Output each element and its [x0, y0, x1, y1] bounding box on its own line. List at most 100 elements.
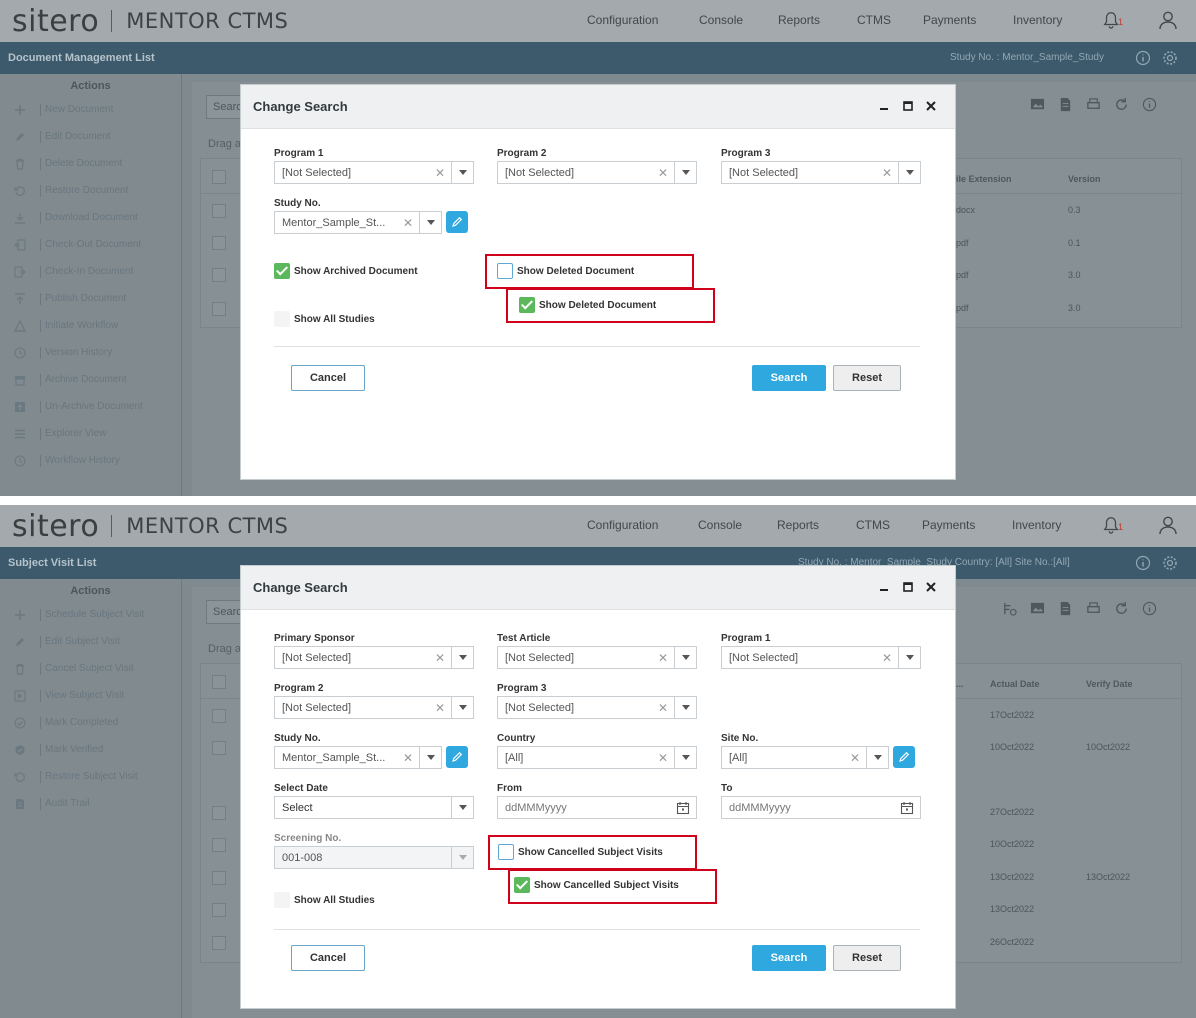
reset-button[interactable]: Reset — [833, 945, 901, 971]
checkbox-unchecked[interactable] — [274, 311, 290, 327]
close-icon[interactable] — [924, 580, 938, 594]
info-icon[interactable] — [1135, 50, 1151, 66]
column-version[interactable]: Version — [1068, 174, 1101, 184]
dropdown-arrow-icon[interactable] — [898, 162, 920, 183]
action-delete-document[interactable]: Delete Document — [0, 150, 181, 177]
calendar-icon[interactable] — [676, 801, 690, 815]
info-icon[interactable] — [1135, 555, 1151, 571]
clear-icon[interactable]: ✕ — [850, 751, 860, 765]
row-checkbox[interactable] — [212, 741, 226, 755]
image-icon[interactable] — [1030, 601, 1045, 616]
nav-ctms[interactable]: CTMS — [856, 518, 890, 532]
program3-select[interactable]: [Not Selected] ✕ — [497, 696, 697, 719]
nav-console[interactable]: Console — [698, 518, 742, 532]
nav-reports[interactable]: Reports — [777, 518, 819, 532]
nav-inventory[interactable]: Inventory — [1012, 518, 1061, 532]
search-button[interactable]: Search — [752, 365, 826, 391]
dropdown-arrow-icon[interactable] — [674, 647, 696, 668]
dropdown-arrow-icon[interactable] — [898, 647, 920, 668]
clear-icon[interactable]: ✕ — [882, 651, 892, 665]
calendar-icon[interactable] — [900, 801, 914, 815]
edit-study-button[interactable] — [446, 746, 468, 768]
program2-select[interactable]: [Not Selected] ✕ — [497, 161, 697, 184]
show-archived-checkbox[interactable]: Show Archived Document — [274, 263, 418, 279]
clear-icon[interactable]: ✕ — [403, 216, 413, 230]
action-view-subject-visit[interactable]: View Subject Visit — [0, 682, 181, 709]
nav-reports[interactable]: Reports — [778, 13, 820, 27]
program1-select[interactable]: [Not Selected] ✕ — [274, 161, 474, 184]
dropdown-arrow-icon[interactable] — [866, 747, 888, 768]
cancel-button[interactable]: Cancel — [291, 945, 365, 971]
action-restore-document[interactable]: Restore Document — [0, 177, 181, 204]
document-icon[interactable] — [1058, 601, 1073, 616]
primary-sponsor-select[interactable]: [Not Selected] ✕ — [274, 646, 474, 669]
row-checkbox[interactable] — [212, 936, 226, 950]
nav-payments[interactable]: Payments — [923, 13, 976, 27]
site-select[interactable]: [All] ✕ — [721, 746, 889, 769]
refresh-icon[interactable] — [1114, 97, 1129, 112]
row-checkbox[interactable] — [212, 806, 226, 820]
minimize-icon[interactable] — [877, 580, 891, 594]
action-publish-document[interactable]: Publish Document — [0, 285, 181, 312]
checkbox-checked[interactable] — [274, 263, 290, 279]
action-download-document[interactable]: Download Document — [0, 204, 181, 231]
user-icon[interactable] — [1158, 515, 1178, 535]
row-checkbox[interactable] — [212, 871, 226, 885]
search-input[interactable]: Searc — [206, 600, 242, 624]
action-initiate-workflow[interactable]: Initiate Workflow — [0, 312, 181, 339]
row-checkbox[interactable] — [212, 903, 226, 917]
action-check-in-document[interactable]: Check-In Document — [0, 258, 181, 285]
maximize-icon[interactable] — [901, 580, 915, 594]
cancel-button[interactable]: Cancel — [291, 365, 365, 391]
clear-icon[interactable]: ✕ — [882, 166, 892, 180]
reset-button[interactable]: Reset — [833, 365, 901, 391]
program1-select[interactable]: [Not Selected] ✕ — [721, 646, 921, 669]
to-date-input[interactable]: ddMMMyyyy — [721, 796, 921, 819]
program3-select[interactable]: [Not Selected] ✕ — [721, 161, 921, 184]
print-icon[interactable] — [1086, 97, 1101, 112]
row-checkbox[interactable] — [212, 204, 226, 218]
country-select[interactable]: [All] ✕ — [497, 746, 697, 769]
action-edit-subject-visit[interactable]: Edit Subject Visit — [0, 628, 181, 655]
gear-icon[interactable] — [1162, 555, 1178, 571]
checkbox-checked[interactable] — [514, 877, 530, 893]
edit-study-button[interactable] — [446, 211, 468, 233]
row-checkbox[interactable] — [212, 838, 226, 852]
dropdown-arrow-icon[interactable] — [674, 697, 696, 718]
dropdown-arrow-icon[interactable] — [674, 747, 696, 768]
checkbox-checked[interactable] — [519, 297, 535, 313]
action-explorer-view[interactable]: Explorer View — [0, 420, 181, 447]
checkbox-unchecked[interactable] — [274, 892, 290, 908]
from-date-input[interactable]: ddMMMyyyy — [497, 796, 697, 819]
row-checkbox[interactable] — [212, 675, 226, 689]
dropdown-arrow-icon[interactable] — [419, 747, 441, 768]
column-file-extension[interactable]: ile Extension — [956, 174, 1012, 184]
clear-icon[interactable]: ✕ — [435, 166, 445, 180]
test-article-select[interactable]: [Not Selected] ✕ — [497, 646, 697, 669]
program2-select[interactable]: [Not Selected] ✕ — [274, 696, 474, 719]
dropdown-arrow-icon[interactable] — [451, 697, 473, 718]
dropdown-arrow-icon[interactable] — [674, 162, 696, 183]
document-icon[interactable] — [1058, 97, 1073, 112]
show-all-studies-checkbox[interactable]: Show All Studies — [274, 892, 375, 908]
action-edit-document[interactable]: Edit Document — [0, 123, 181, 150]
nav-inventory[interactable]: Inventory — [1013, 13, 1062, 27]
action-mark-completed[interactable]: Mark Completed — [0, 709, 181, 736]
search-button[interactable]: Search — [752, 945, 826, 971]
nav-configuration[interactable]: Configuration — [587, 13, 658, 27]
row-checkbox[interactable] — [212, 170, 226, 184]
minimize-icon[interactable] — [877, 99, 891, 113]
action-workflow-history[interactable]: Workflow History — [0, 447, 181, 474]
info-icon[interactable] — [1142, 97, 1157, 112]
clear-icon[interactable]: ✕ — [658, 166, 668, 180]
dropdown-arrow-icon[interactable] — [451, 647, 473, 668]
dropdown-arrow-icon[interactable] — [451, 797, 473, 818]
show-deleted-checkbox-unchecked[interactable]: Show Deleted Document — [497, 263, 634, 279]
nav-ctms[interactable]: CTMS — [857, 13, 891, 27]
schedule-icon[interactable] — [1002, 601, 1017, 616]
show-cancelled-checkbox-unchecked[interactable]: Show Cancelled Subject Visits — [498, 844, 663, 860]
nav-console[interactable]: Console — [699, 13, 743, 27]
close-icon[interactable] — [924, 99, 938, 113]
row-checkbox[interactable] — [212, 302, 226, 316]
action-version-history[interactable]: Version History — [0, 339, 181, 366]
